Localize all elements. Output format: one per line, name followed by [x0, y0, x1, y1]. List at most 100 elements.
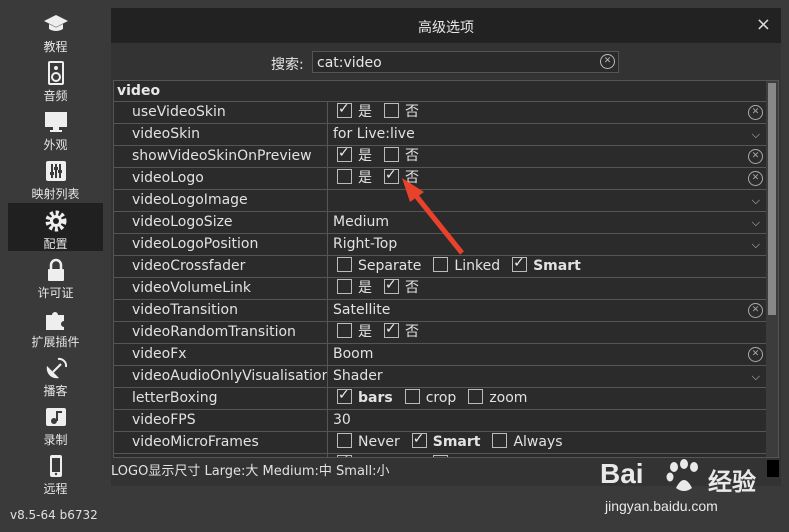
option-row: videoLogo 是 否 ✕ [114, 165, 778, 190]
option-checkbox[interactable] [433, 257, 449, 272]
option-checkbox[interactable] [432, 455, 448, 457]
option-value[interactable]: Satellite ✕ [329, 300, 765, 321]
option-checkbox[interactable] [337, 257, 352, 272]
option-value[interactable]: Medium ⌵ [329, 212, 765, 233]
sidebar-item-label: 配置 [43, 237, 68, 251]
option-name: videoCrossfader [114, 256, 328, 277]
watermark-url: jingyan.baidu.com [605, 498, 718, 514]
speaker-icon [43, 61, 69, 85]
option-checkbox[interactable] [468, 389, 484, 404]
graduation-cap-icon [43, 12, 69, 36]
sidebar-item-monitor[interactable]: 外观 [8, 104, 103, 152]
option-name: videoMicroFrames [114, 432, 328, 453]
sidebar-item-graduation-cap[interactable]: 教程 [8, 6, 103, 54]
option-value[interactable]: Separate Linked Smart [329, 253, 765, 277]
option-value[interactable]: Shader ⌵ [329, 366, 765, 387]
option-value[interactable]: bars crop zoom [329, 385, 765, 409]
search-clear-icon[interactable]: ✕ [600, 54, 615, 69]
close-icon[interactable]: × [756, 14, 771, 35]
option-checkbox[interactable] [337, 99, 352, 120]
option-checkbox[interactable] [337, 169, 352, 184]
option-checkbox[interactable] [384, 165, 399, 186]
sidebar-item-gear[interactable]: 配置 [8, 203, 103, 251]
reset-icon[interactable]: ✕ [748, 105, 763, 120]
option-checkbox[interactable] [337, 323, 352, 338]
option-value[interactable]: 是 否 ✕ [329, 99, 765, 123]
option-value[interactable]: Never Smart Always [329, 429, 765, 453]
option-checkbox[interactable] [384, 147, 399, 162]
chevron-down-icon[interactable]: ⌵ [752, 234, 760, 255]
option-checkbox[interactable] [337, 279, 352, 294]
gear-icon [43, 209, 69, 233]
option-name: videoVolumeLink [114, 278, 328, 299]
sidebar-item-label: 播客 [43, 384, 68, 398]
scrollbar-thumb[interactable] [768, 83, 776, 315]
reset-icon[interactable]: ✕ [748, 171, 763, 186]
option-checkbox[interactable] [337, 385, 352, 406]
option-value[interactable]: 是 否 ✕ [329, 165, 765, 189]
sidebar-item-puzzle[interactable]: 扩展插件 [8, 301, 103, 349]
satellite-dish-icon [43, 356, 69, 380]
chevron-down-icon[interactable]: ⌵ [752, 124, 760, 145]
option-checkbox[interactable] [411, 429, 427, 450]
option-checkbox[interactable] [337, 433, 352, 448]
search-box[interactable]: ✕ [312, 51, 619, 73]
chevron-down-icon[interactable]: ⌵ [752, 366, 760, 387]
sidebar-item-speaker[interactable]: 音频 [8, 55, 103, 103]
option-value[interactable]: Boom ✕ [329, 344, 765, 365]
option-value[interactable]: ⌵ [329, 190, 765, 211]
option-checkbox[interactable] [384, 103, 399, 118]
search-input[interactable] [313, 54, 591, 72]
option-name: videoLogoImage [114, 190, 328, 211]
baidu-paw-icon [666, 459, 698, 491]
option-name: videoLogoSize [114, 212, 328, 233]
option-value[interactable]: 是 否 ✕ [329, 143, 765, 167]
option-checkbox-label: High [454, 456, 486, 457]
option-name: showVideoSkinOnPreview [114, 146, 328, 167]
chevron-down-icon[interactable]: ⌵ [752, 190, 760, 211]
scrollbar[interactable] [766, 81, 778, 457]
sidebar-item-label: 录制 [43, 433, 68, 447]
reset-icon[interactable]: ✕ [748, 149, 763, 164]
option-checkbox-label: bars [358, 390, 393, 406]
option-checkbox[interactable] [384, 319, 399, 340]
dialog-title: 高级选项 [418, 20, 474, 36]
option-value[interactable]: 30 [329, 410, 765, 431]
advanced-options-dialog: 高级选项 × 搜索: ✕ video useVideoSkin是否✕videoS… [111, 8, 781, 486]
sidebar-item-satellite-dish[interactable]: 播客 [8, 350, 103, 398]
option-value-text: 30 [333, 412, 351, 428]
option-checkbox[interactable] [492, 433, 508, 448]
reset-icon[interactable]: ✕ [748, 303, 763, 318]
option-checkbox[interactable] [337, 451, 352, 457]
option-name: videoRandomTransition [114, 322, 328, 343]
option-checkbox-label: Linked [454, 258, 501, 274]
sidebar-item-label: 音频 [43, 89, 68, 103]
watermark-brand-cn: 经验 [708, 468, 756, 496]
sidebar-item-sliders[interactable]: 映射列表 [8, 153, 103, 201]
group-header: video [114, 81, 778, 102]
option-checkbox[interactable] [337, 143, 352, 164]
sidebar-item-music-note[interactable]: 录制 [8, 399, 103, 447]
option-value[interactable]: Right-Top ⌵ [329, 234, 765, 255]
option-checkbox[interactable] [404, 389, 420, 404]
option-row: videoMicroFrames Never Smart Always [114, 429, 778, 454]
option-checkbox[interactable] [512, 253, 528, 274]
option-checkbox-label: 否 [405, 148, 419, 164]
option-value-text: Medium [333, 214, 389, 230]
option-value[interactable]: for Live:live ⌵ [329, 124, 765, 145]
option-value-text: Satellite [333, 302, 391, 318]
option-checkbox[interactable] [384, 275, 399, 296]
chevron-down-icon[interactable]: ⌵ [752, 212, 760, 233]
option-name: videoFx [114, 344, 328, 365]
reset-icon[interactable]: ✕ [748, 347, 763, 362]
option-name: videoLogo [114, 168, 328, 189]
option-value[interactable]: 是否 [329, 319, 765, 343]
sidebar-item-phone[interactable]: 远程 [8, 448, 103, 496]
option-name: videoLogoPosition [114, 234, 328, 255]
option-row: videoTransition Satellite ✕ [114, 300, 778, 322]
option-value[interactable]: 是否 [329, 275, 765, 299]
phone-icon [43, 454, 69, 478]
option-row: videoRandomTransition是否 [114, 319, 778, 344]
sidebar-item-lock[interactable]: 许可证 [8, 252, 103, 300]
puzzle-icon [43, 307, 69, 331]
